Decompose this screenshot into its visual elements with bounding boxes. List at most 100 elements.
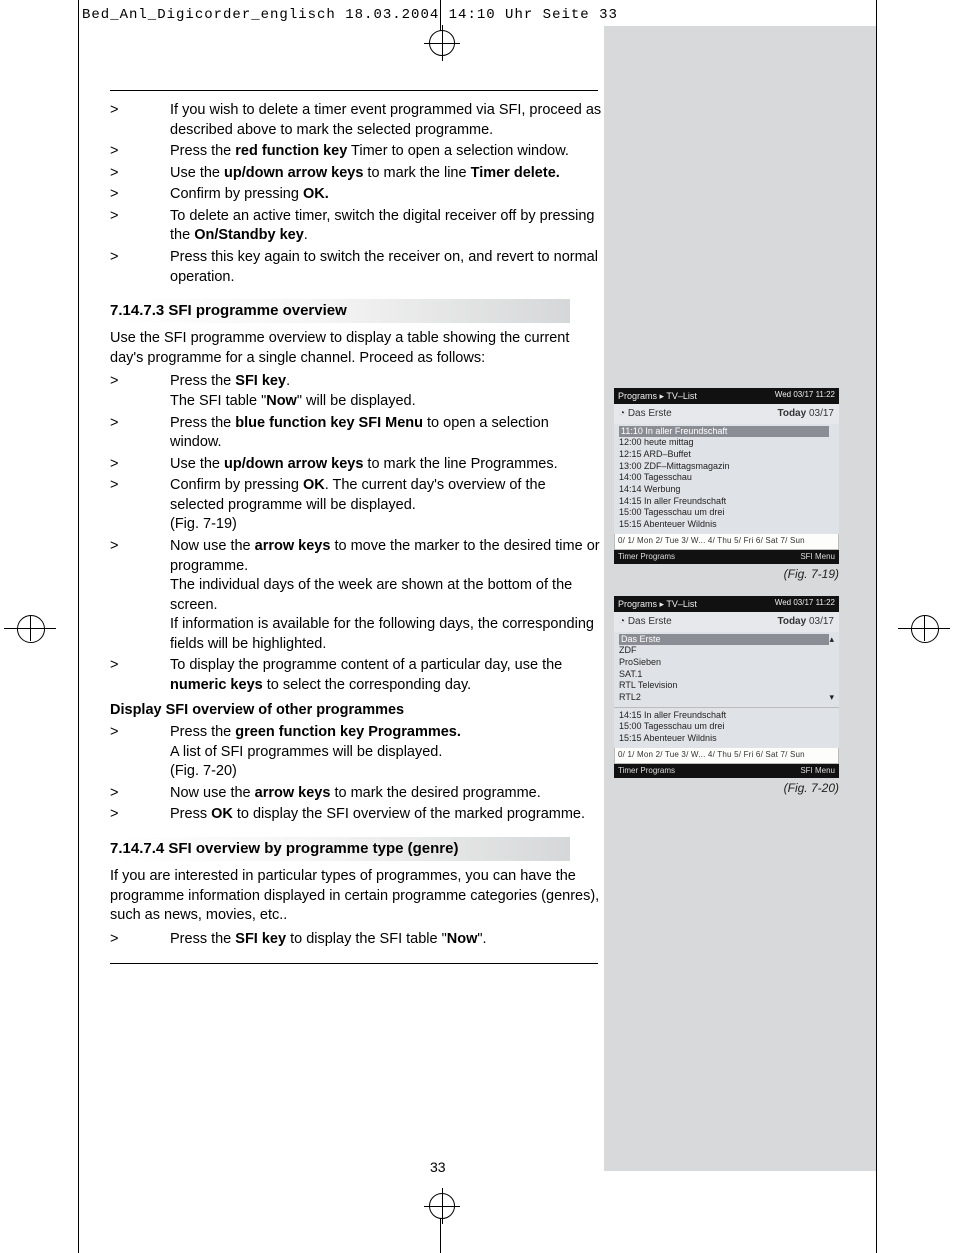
bullet-text: Press the blue function key SFI Menu to … [170, 414, 602, 453]
bullet-text: Confirm by pressing OK. The current day'… [170, 476, 602, 535]
registration-left [10, 608, 50, 648]
bullet-marker: > [110, 142, 170, 162]
section-intro: If you are interested in particular type… [110, 867, 602, 926]
bullet-marker: > [110, 537, 170, 654]
bullet-marker: > [110, 455, 170, 475]
bullet-marker: > [110, 101, 170, 140]
fig-row: 14:15 In aller Freundschaft [619, 710, 834, 722]
fig-row: 12:15 ARD–Buffet [619, 449, 834, 461]
fig-channel-row: SAT.1 [619, 669, 834, 681]
section-heading: 7.14.7.4 SFI overview by programme type … [110, 837, 570, 861]
bullet-marker: > [110, 414, 170, 453]
bullet-marker: > [110, 372, 170, 411]
fig-breadcrumb: Programs ▸ TV–List [618, 390, 697, 402]
bullet-row: >Press the green function key Programmes… [110, 723, 602, 782]
fig-channel-row: Das Erste▴ [619, 634, 834, 646]
fig-channel: ◔ Das Erste [619, 615, 672, 629]
fig-channel-row: ZDF [619, 645, 834, 657]
fig-row: 15:00 Tagesschau um drei [619, 721, 834, 733]
text-column: >If you wish to delete a timer event pro… [110, 90, 602, 974]
bullet-marker: > [110, 930, 170, 950]
fig-clock: Wed 03/17 11:22 [775, 390, 835, 402]
bullet-text: Confirm by pressing OK. [170, 185, 602, 205]
bullet-marker: > [110, 207, 170, 246]
figure-7-19: Programs ▸ TV–List Wed 03/17 11:22 ◔ Das… [614, 388, 839, 583]
fig-days: 0/ 1/ Mon 2/ Tue 3/ W... 4/ Thu 5/ Fri 6… [614, 748, 839, 764]
bullet-text: To display the programme content of a pa… [170, 656, 602, 695]
fig-row: 15:15 Abenteuer Wildnis [619, 519, 834, 531]
figure-caption: (Fig. 7-19) [614, 566, 839, 582]
fig-row: 13:00 ZDF–Mittagsmagazin [619, 461, 834, 473]
bullet-row: >To delete an active timer, switch the d… [110, 207, 602, 246]
fig-row: 15:00 Tagesschau um drei [619, 507, 834, 519]
figure-caption: (Fig. 7-20) [614, 780, 839, 796]
fig-row: 14:15 In aller Freundschaft [619, 496, 834, 508]
bullet-marker: > [110, 784, 170, 804]
fig-footer-left: Timer Programs [618, 552, 675, 563]
page-number: 33 [430, 1158, 446, 1177]
fig-row: 11:10 In aller Freundschaft [619, 426, 834, 438]
rule-bottom [110, 963, 598, 964]
bullet-row: >Confirm by pressing OK. The current day… [110, 476, 602, 535]
bullet-text: Press OK to display the SFI overview of … [170, 805, 602, 825]
bullet-marker: > [110, 476, 170, 535]
bullet-text: To delete an active timer, switch the di… [170, 207, 602, 246]
bullet-row: >Now use the arrow keys to mark the desi… [110, 784, 602, 804]
bullet-row: >Press the SFI key to display the SFI ta… [110, 930, 602, 950]
fig-channel-row: RTL Television [619, 680, 834, 692]
trim-line-left [78, 0, 79, 1253]
fig-channel-row: RTL2▾ [619, 692, 834, 704]
bullet-text: Press the SFI key to display the SFI tab… [170, 930, 602, 950]
bullet-text: Use the up/down arrow keys to mark the l… [170, 164, 602, 184]
bullet-row: >To display the programme content of a p… [110, 656, 602, 695]
fig-today: Today Today 03/1703/17 [777, 407, 834, 421]
section-heading: 7.14.7.3 SFI programme overview [110, 299, 570, 323]
fig-clock: Wed 03/17 11:22 [775, 598, 835, 610]
bullet-marker: > [110, 656, 170, 695]
bullet-text: Press the SFI key.The SFI table "Now" wi… [170, 372, 602, 411]
fig-days: 0/ 1/ Mon 2/ Tue 3/ W... 4/ Thu 5/ Fri 6… [614, 534, 839, 550]
bullet-text: Now use the arrow keys to mark the desir… [170, 784, 602, 804]
fig-footer-right: SFI Menu [800, 766, 835, 777]
bullet-row: >Use the up/down arrow keys to mark the … [110, 455, 602, 475]
bullet-text: Press this key again to switch the recei… [170, 248, 602, 287]
fig-row: 14:14 Werbung [619, 484, 834, 496]
bullet-text: Press the green function key Programmes.… [170, 723, 602, 782]
bullet-row: >Use the up/down arrow keys to mark the … [110, 164, 602, 184]
fig-row: 15:15 Abenteuer Wildnis [619, 733, 834, 745]
registration-right [904, 608, 944, 648]
rule-top [110, 90, 598, 91]
fig-today: Today 03/17 [777, 615, 834, 629]
bullet-marker: > [110, 164, 170, 184]
figure-7-20: Programs ▸ TV–List Wed 03/17 11:22 ◔ Das… [614, 596, 839, 797]
fig-footer-left: Timer Programs [618, 766, 675, 777]
bullet-row: >If you wish to delete a timer event pro… [110, 101, 602, 140]
bullet-text: Use the up/down arrow keys to mark the l… [170, 455, 602, 475]
bullet-text: Press the red function key Timer to open… [170, 142, 602, 162]
bullet-row: >Confirm by pressing OK. [110, 185, 602, 205]
bullet-row: >Press the SFI key.The SFI table "Now" w… [110, 372, 602, 411]
bullet-row: >Press the red function key Timer to ope… [110, 142, 602, 162]
fig-footer-right: SFI Menu [800, 552, 835, 563]
bullet-marker: > [110, 723, 170, 782]
bullet-row: >Press this key again to switch the rece… [110, 248, 602, 287]
bullet-row: >Press the blue function key SFI Menu to… [110, 414, 602, 453]
trim-line-right [876, 0, 877, 1253]
bullet-marker: > [110, 248, 170, 287]
fig-row: 14:00 Tagesschau [619, 472, 834, 484]
fig-channel-row: ProSieben [619, 657, 834, 669]
fig-row: 12:00 heute mittag [619, 437, 834, 449]
crop-target-bottom [429, 1193, 455, 1219]
fig-channel: ◔ Das Erste [619, 407, 672, 421]
print-slug: Bed_Anl_Digicorder_englisch 18.03.2004 1… [82, 6, 618, 25]
bullet-marker: > [110, 185, 170, 205]
subheading: Display SFI overview of other programmes [110, 701, 602, 721]
bullet-text: If you wish to delete a timer event prog… [170, 101, 602, 140]
fig-breadcrumb: Programs ▸ TV–List [618, 598, 697, 610]
bullet-row: >Now use the arrow keys to move the mark… [110, 537, 602, 654]
section-intro: Use the SFI programme overview to displa… [110, 329, 602, 368]
crop-target-top [429, 30, 455, 56]
bullet-text: Now use the arrow keys to move the marke… [170, 537, 602, 654]
bullet-marker: > [110, 805, 170, 825]
bullet-row: >Press OK to display the SFI overview of… [110, 805, 602, 825]
